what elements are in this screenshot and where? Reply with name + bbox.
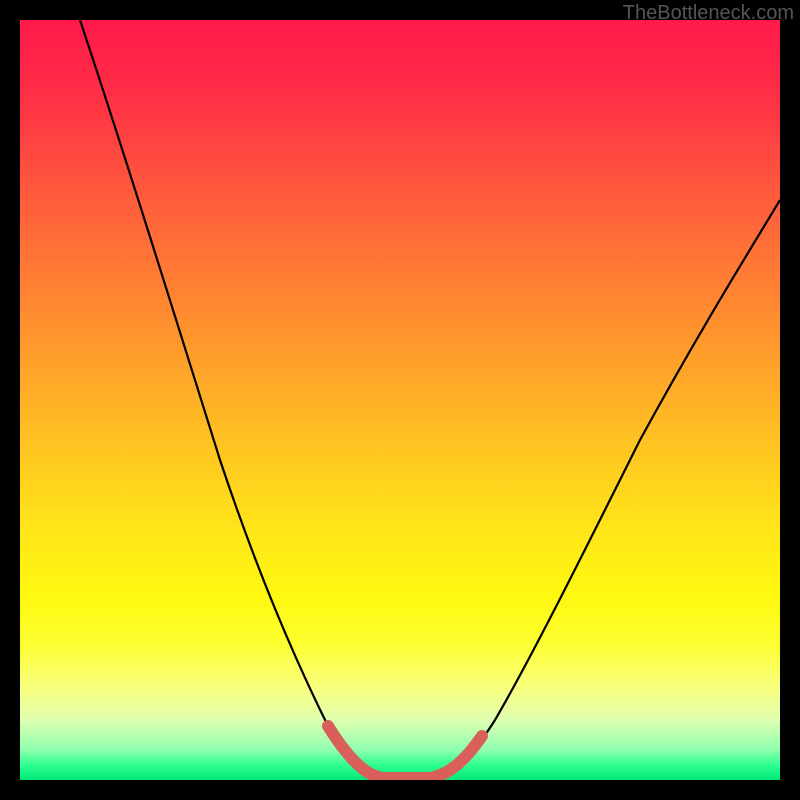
- chart-container: TheBottleneck.com: [0, 0, 800, 800]
- plot-area: [20, 20, 780, 780]
- chart-svg: [20, 20, 780, 780]
- bottleneck-curve-path: [80, 20, 780, 778]
- optimal-range-highlight-path: [328, 726, 482, 778]
- watermark-text: TheBottleneck.com: [623, 2, 794, 25]
